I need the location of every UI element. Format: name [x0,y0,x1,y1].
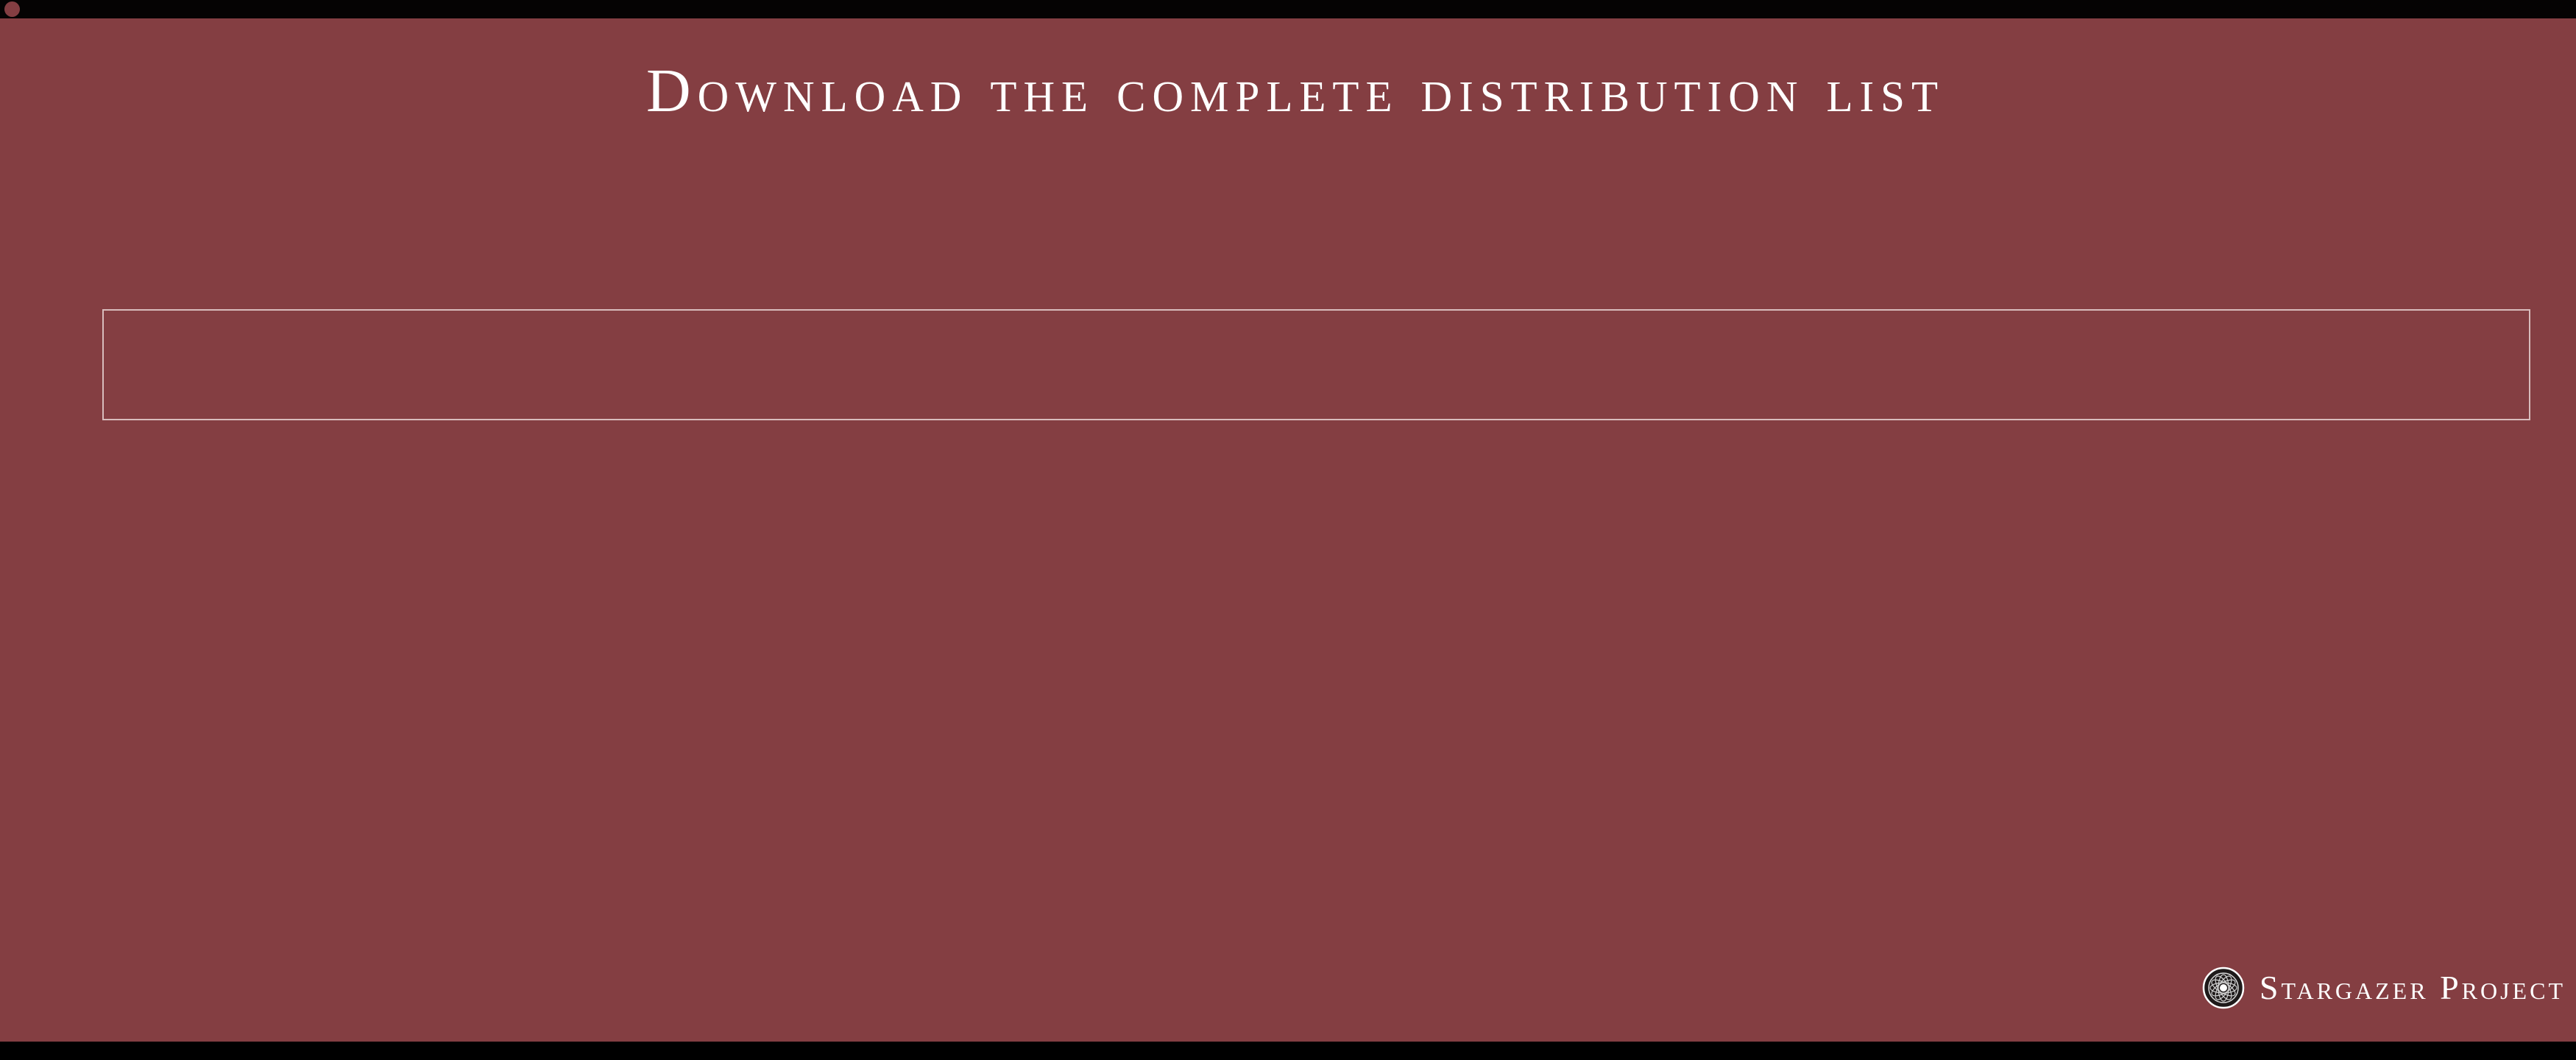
brand-name: Stargazer Project [2259,969,2566,1006]
brand[interactable]: Stargazer Project [2202,966,2566,1010]
main-panel [0,18,2576,1042]
window-dot-icon[interactable] [4,1,20,17]
top-bar [0,0,2576,18]
bottom-bar [0,1042,2576,1060]
page-title: Download the complete distribution list [645,57,1945,125]
rosette-emblem-icon [2202,967,2245,1009]
download-list-box[interactable] [102,309,2530,420]
